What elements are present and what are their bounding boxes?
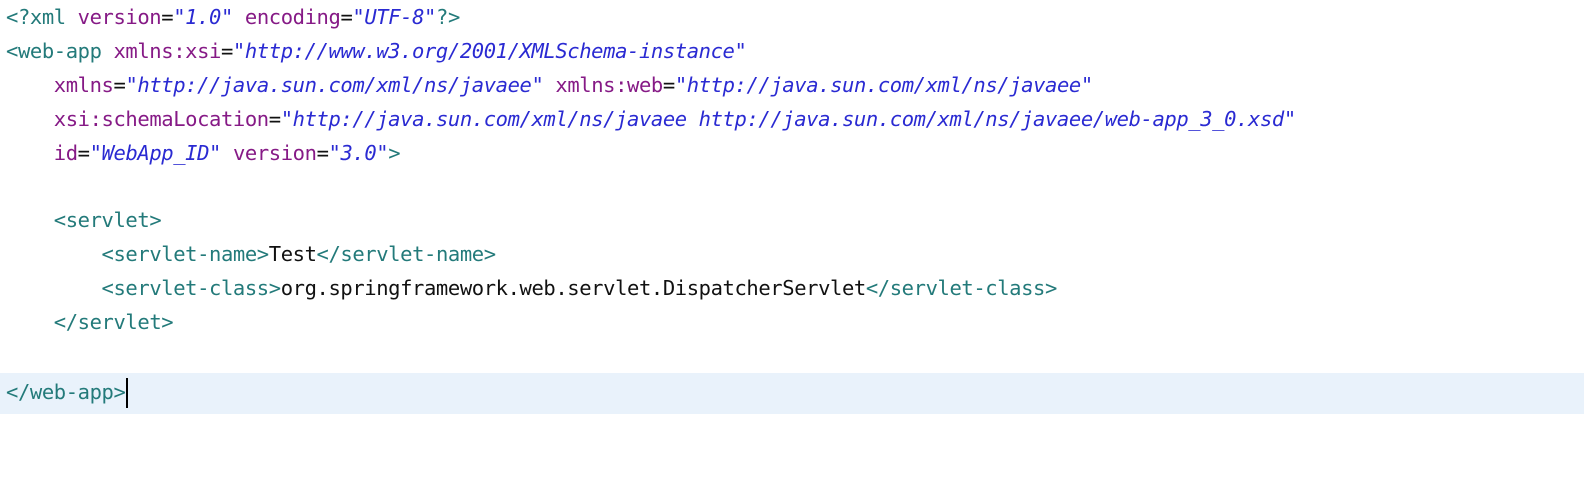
servlet-name-value: Test bbox=[268, 242, 317, 266]
attribute-value: "http://java.sun.com/xml/ns/javaee" bbox=[674, 73, 1093, 97]
equals-sign: = bbox=[113, 73, 126, 97]
attribute-value: "http://www.w3.org/2001/XMLSchema-instan… bbox=[232, 39, 747, 63]
attribute-name: version bbox=[232, 141, 317, 165]
code-line-3: xmlns="http://java.sun.com/xml/ns/javaee… bbox=[0, 68, 1584, 102]
code-line-9: <servlet-class>org.springframework.web.s… bbox=[0, 271, 1584, 305]
code-line-8: <servlet-name>Test</servlet-name> bbox=[0, 237, 1584, 271]
attribute-value: "http://java.sun.com/xml/ns/javaee" bbox=[125, 73, 544, 97]
servlet-class-value: org.springframework.web.servlet.Dispatch… bbox=[280, 276, 867, 300]
web-app-open-tag: <web-app bbox=[6, 39, 114, 63]
xml-declaration-open: <?xml bbox=[6, 5, 78, 29]
attribute-value: "1.0" bbox=[173, 5, 233, 29]
xml-code-editor[interactable]: <?xml version="1.0" encoding="UTF-8"?> <… bbox=[0, 0, 1584, 414]
equals-sign: = bbox=[161, 5, 174, 29]
attribute-name: xmlns:web bbox=[555, 73, 663, 97]
text-cursor bbox=[126, 378, 129, 408]
attribute-value: "UTF-8" bbox=[352, 5, 436, 29]
code-line-12-current[interactable]: </web-app> bbox=[0, 373, 1584, 414]
attribute-name: version bbox=[77, 5, 162, 29]
tag-close-bracket: > bbox=[388, 141, 401, 165]
code-line-5: id="WebApp_ID" version="3.0"> bbox=[0, 136, 1584, 170]
xml-declaration-close: ?> bbox=[436, 5, 460, 29]
servlet-open-tag: <servlet> bbox=[53, 208, 162, 232]
equals-sign: = bbox=[316, 141, 329, 165]
equals-sign: = bbox=[662, 73, 675, 97]
servlet-class-close-tag: </servlet-class> bbox=[865, 276, 1057, 300]
equals-sign: = bbox=[268, 107, 281, 131]
attribute-name: id bbox=[53, 141, 78, 165]
equals-sign: = bbox=[340, 5, 353, 29]
code-line-2: <web-app xmlns:xsi="http://www.w3.org/20… bbox=[0, 34, 1584, 68]
attribute-value: "http://java.sun.com/xml/ns/javaee http:… bbox=[280, 107, 1296, 131]
web-app-close-tag: </web-app> bbox=[6, 380, 126, 404]
equals-sign: = bbox=[220, 39, 233, 63]
equals-sign: = bbox=[77, 141, 90, 165]
code-line-10: </servlet> bbox=[0, 305, 1584, 339]
attribute-value: "3.0" bbox=[328, 141, 389, 165]
attribute-name: xsi:schemaLocation bbox=[53, 107, 269, 131]
code-line-7: <servlet> bbox=[0, 203, 1584, 237]
attribute-value: "WebApp_ID" bbox=[89, 141, 222, 165]
servlet-close-tag: </servlet> bbox=[53, 310, 174, 334]
attribute-name: xmlns bbox=[53, 73, 114, 97]
servlet-name-close-tag: </servlet-name> bbox=[316, 242, 497, 266]
servlet-class-open-tag: <servlet-class> bbox=[101, 276, 282, 300]
servlet-name-open-tag: <servlet-name> bbox=[101, 242, 270, 266]
code-line-4: xsi:schemaLocation="http://java.sun.com/… bbox=[0, 102, 1584, 136]
attribute-name: encoding bbox=[244, 5, 341, 29]
attribute-name: xmlns:xsi bbox=[113, 39, 221, 63]
code-line-1: <?xml version="1.0" encoding="UTF-8"?> bbox=[0, 0, 1584, 34]
